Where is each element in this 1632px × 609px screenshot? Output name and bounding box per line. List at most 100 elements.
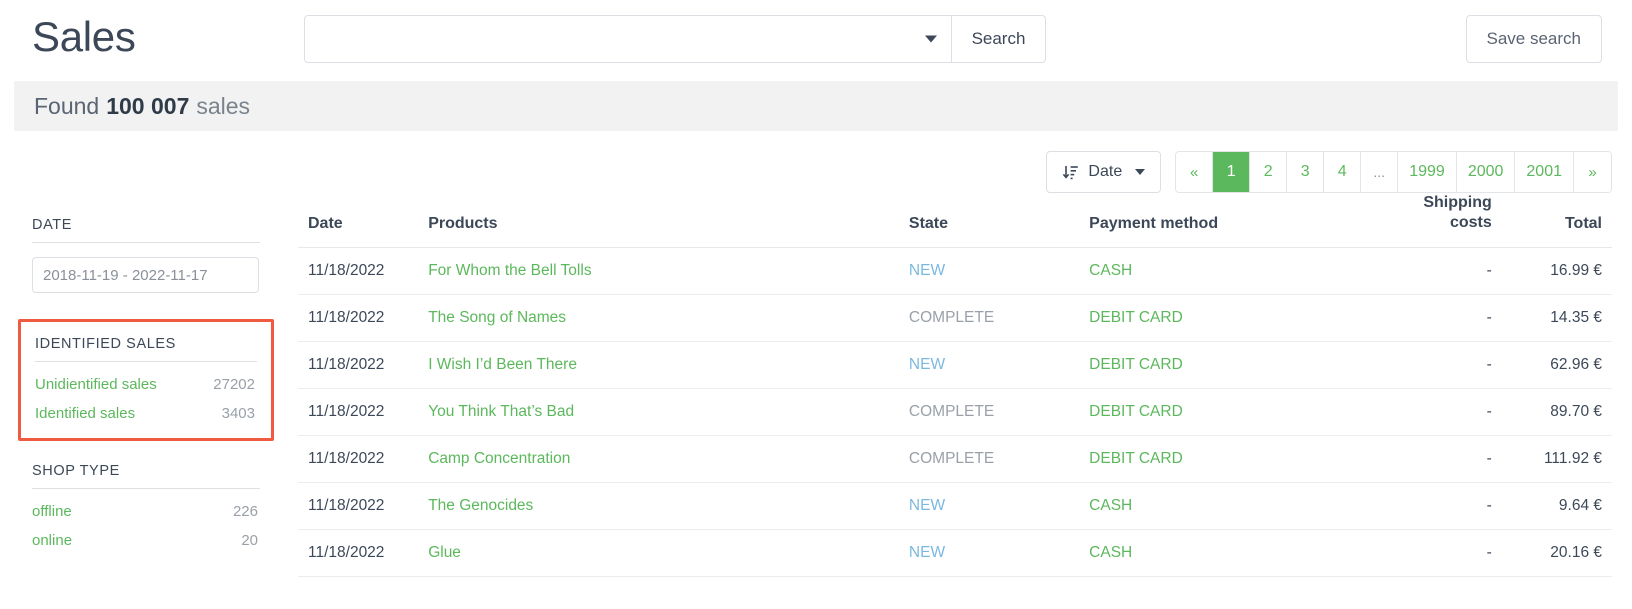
column-header-products: Products <box>428 193 909 248</box>
sort-descending-icon <box>1062 164 1079 181</box>
pagination-next[interactable]: » <box>1574 152 1611 192</box>
product-link[interactable]: Camp Concentration <box>428 450 570 467</box>
table-row[interactable]: 11/18/2022 The Song of Names COMPLETE DEBIT… <box>298 294 1612 342</box>
cell-date: 11/18/2022 <box>298 388 429 436</box>
column-header-payment-method: Payment method <box>1089 193 1370 248</box>
facet-label[interactable]: Unidientified sales <box>35 376 157 393</box>
product-link[interactable]: Glue <box>428 544 461 561</box>
payment-method-link[interactable]: CASH <box>1089 544 1132 561</box>
product-link[interactable]: I Wish I’d Been There <box>428 356 577 373</box>
found-count: 100 007 <box>106 92 190 119</box>
product-link[interactable]: The Song of Names <box>428 309 566 326</box>
pagination-page-3[interactable]: 3 <box>1287 152 1325 192</box>
date-range-input[interactable] <box>32 257 259 293</box>
cell-state: NEW <box>908 247 1090 295</box>
facet-row-unidentified-sales[interactable]: Unidientified sales 27202 <box>35 376 257 393</box>
cell-shipping-costs: - <box>1369 388 1492 436</box>
payment-method-link[interactable]: DEBIT CARD <box>1089 403 1183 420</box>
cell-product[interactable]: I Wish I’d Been There <box>428 341 909 389</box>
facet-identified-sales: IDENTIFIED SALES Unidientified sales 272… <box>18 319 274 441</box>
pagination-prev[interactable]: « <box>1176 152 1214 192</box>
results-count-banner: Found 100 007 sales <box>14 81 1618 131</box>
table-row[interactable]: 11/18/2022 Camp Concentration COMPLETE DEBI… <box>298 435 1612 483</box>
cell-payment-method[interactable]: CASH <box>1089 482 1370 530</box>
search-input[interactable] <box>303 15 952 63</box>
cell-payment-method[interactable]: DEBIT CARD <box>1089 435 1370 483</box>
cell-date: 11/18/2022 <box>298 482 429 530</box>
cell-product[interactable]: You Think That’s Bad <box>428 388 909 436</box>
table-row[interactable]: 11/18/2022 I Wish I’d Been There NEW DEBIT … <box>298 341 1612 389</box>
payment-method-link[interactable]: DEBIT CARD <box>1089 450 1183 467</box>
facet-count: 27202 <box>213 376 255 393</box>
cell-product[interactable]: Glue <box>428 529 909 577</box>
facet-date: DATE <box>32 217 260 293</box>
sort-button-label: Date <box>1088 163 1123 180</box>
pagination-page-1[interactable]: 1 <box>1213 152 1251 192</box>
facet-label[interactable]: online <box>32 532 72 549</box>
facet-shop-type-title: SHOP TYPE <box>32 463 120 479</box>
cell-state: NEW <box>908 529 1090 577</box>
table-row[interactable]: 11/18/2022 You Think That’s Bad COMPLETE DE… <box>298 388 1612 436</box>
cell-shipping-costs: - <box>1369 294 1492 342</box>
product-link[interactable]: For Whom the Bell Tolls <box>428 262 591 279</box>
found-label: Found <box>34 92 100 119</box>
cell-payment-method[interactable]: DEBIT CARD <box>1089 388 1370 436</box>
cell-product[interactable]: The Genocides <box>428 482 909 530</box>
cell-date: 11/18/2022 <box>298 529 429 577</box>
pagination-page-2000[interactable]: 2000 <box>1456 152 1516 192</box>
pagination-page-2001[interactable]: 2001 <box>1515 152 1574 192</box>
cell-shipping-costs: - <box>1369 529 1492 577</box>
search-button[interactable]: Search <box>951 15 1047 63</box>
facet-row-online[interactable]: online 20 <box>32 532 260 549</box>
cell-total: 14.35 € <box>1491 294 1612 342</box>
pagination-page-2[interactable]: 2 <box>1250 152 1288 192</box>
table-row[interactable]: 11/18/2022 For Whom the Bell Tolls NEW CASH… <box>298 247 1612 295</box>
cell-total: 89.70 € <box>1491 388 1612 436</box>
cell-date: 11/18/2022 <box>298 247 429 295</box>
sort-button[interactable]: Date <box>1046 151 1162 193</box>
cell-product[interactable]: The Song of Names <box>428 294 909 342</box>
status-badge: NEW <box>908 497 946 514</box>
search-group: Search <box>303 15 1047 63</box>
divider <box>32 242 260 243</box>
table-body: 11/18/2022 For Whom the Bell Tolls NEW CASH… <box>298 247 1612 577</box>
column-header-date: Date <box>298 193 429 248</box>
cell-payment-method[interactable]: CASH <box>1089 247 1370 295</box>
payment-method-link[interactable]: DEBIT CARD <box>1089 309 1183 326</box>
facet-count: 20 <box>241 532 258 549</box>
chevron-down-icon[interactable] <box>924 35 937 43</box>
cell-payment-method[interactable]: DEBIT CARD <box>1089 294 1370 342</box>
sales-table-area: Date Products State Payment method Shipp… <box>290 193 1632 577</box>
cell-total: 9.64 € <box>1491 482 1612 530</box>
pagination-page-1999[interactable]: 1999 <box>1398 152 1457 192</box>
product-link[interactable]: You Think That’s Bad <box>428 403 574 420</box>
status-badge: NEW <box>908 356 946 373</box>
cell-product[interactable]: Camp Concentration <box>428 435 909 483</box>
pagination-page-4[interactable]: 4 <box>1324 152 1362 192</box>
filters-sidebar: DATE IDENTIFIED SALES Unidientified sale… <box>0 193 290 577</box>
cell-shipping-costs: - <box>1369 435 1492 483</box>
save-search-button[interactable]: Save search <box>1465 15 1602 63</box>
payment-method-link[interactable]: DEBIT CARD <box>1089 356 1183 373</box>
page-title: Sales <box>32 13 136 60</box>
cell-total: 20.16 € <box>1491 529 1612 577</box>
sales-table: Date Products State Payment method Shipp… <box>298 193 1612 577</box>
facet-label[interactable]: Identified sales <box>35 405 135 422</box>
facet-row-identified-sales[interactable]: Identified sales 3403 <box>35 405 257 422</box>
cell-payment-method[interactable]: DEBIT CARD <box>1089 341 1370 389</box>
cell-payment-method[interactable]: CASH <box>1089 529 1370 577</box>
product-link[interactable]: The Genocides <box>428 497 533 514</box>
facet-date-title: DATE <box>32 217 72 233</box>
payment-method-link[interactable]: CASH <box>1089 262 1132 279</box>
sales-page: Sales Search Save search Found 100 007 s… <box>0 0 1632 609</box>
facet-row-offline[interactable]: offline 226 <box>32 503 260 520</box>
table-row[interactable]: 11/18/2022 The Genocides NEW CASH -9.64 € <box>298 482 1612 530</box>
cell-state: COMPLETE <box>908 435 1090 483</box>
payment-method-link[interactable]: CASH <box>1089 497 1132 514</box>
cell-date: 11/18/2022 <box>298 435 429 483</box>
table-row[interactable]: 11/18/2022 Glue NEW CASH -20.16 € <box>298 529 1612 577</box>
facet-label[interactable]: offline <box>32 503 72 520</box>
divider <box>35 361 257 362</box>
cell-product[interactable]: For Whom the Bell Tolls <box>428 247 909 295</box>
status-badge: COMPLETE <box>908 403 995 420</box>
